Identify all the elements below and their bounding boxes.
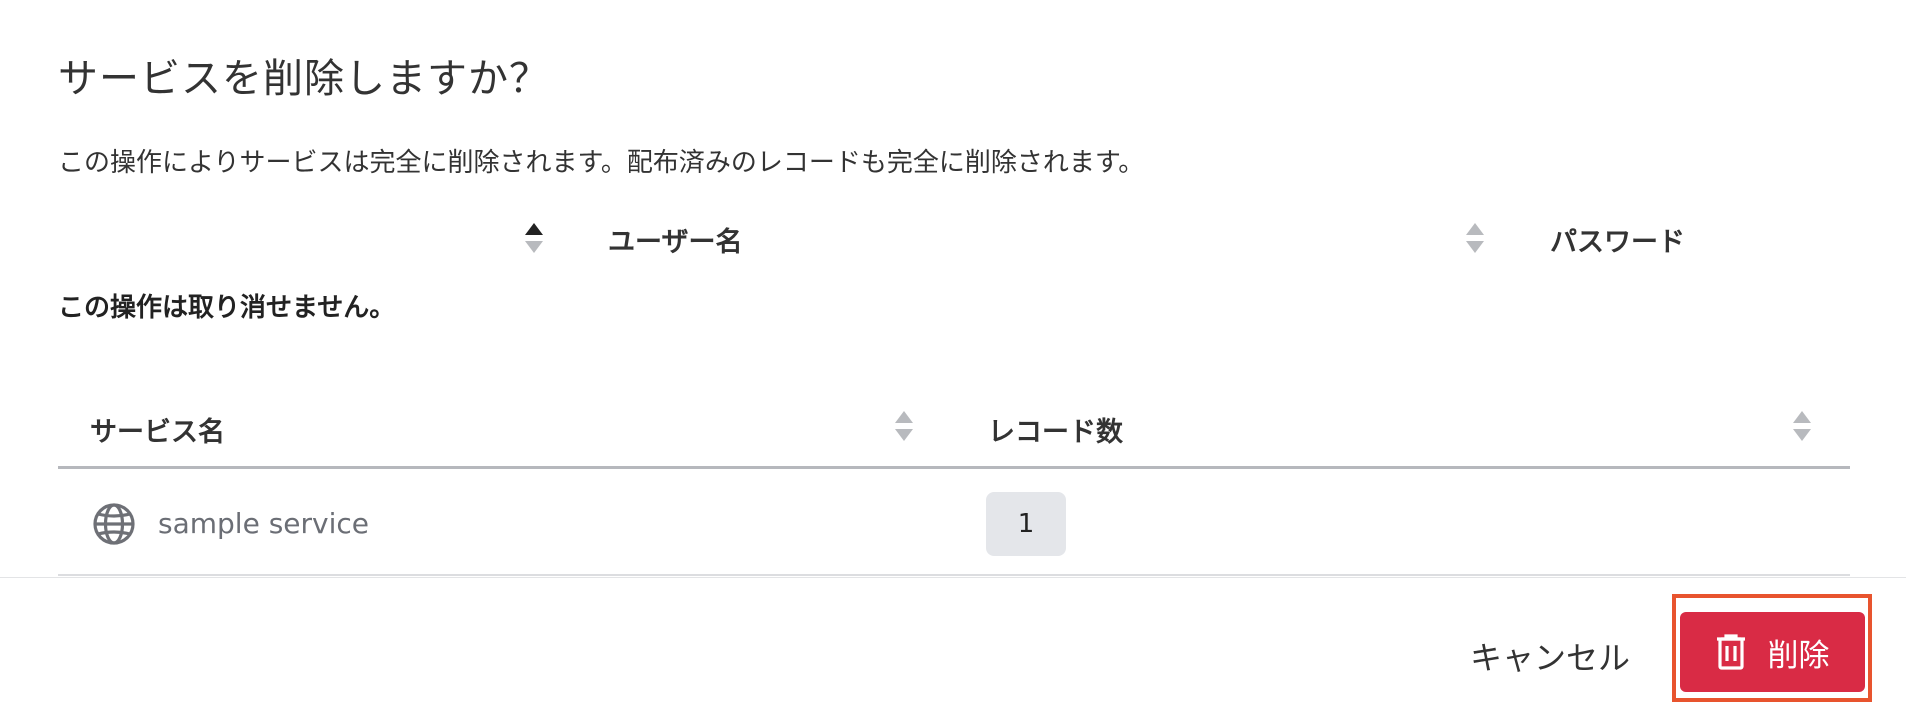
column-header-password[interactable]: パスワード <box>1550 220 1685 259</box>
cancel-button[interactable]: キャンセル <box>1450 628 1650 684</box>
table-row: sample service 1 <box>58 469 1850 576</box>
dialog-description: この操作によりサービスは完全に削除されます。配布済みのレコードも完全に削除されま… <box>58 148 1145 178</box>
delete-button[interactable]: 削除 <box>1680 612 1865 692</box>
sort-arrows-icon[interactable] <box>1465 222 1485 254</box>
sort-arrows-icon[interactable] <box>1792 410 1812 442</box>
services-table: サービス名 レコード数 sample service 1 <box>58 400 1850 576</box>
sort-ascending-icon[interactable] <box>524 222 544 254</box>
sort-arrows-icon[interactable] <box>894 410 914 442</box>
irreversible-warning: この操作は取り消せません。 <box>58 293 396 323</box>
trash-icon <box>1716 634 1746 670</box>
footer-divider <box>0 577 1906 578</box>
delete-service-dialog: サービスを削除しますか？ この操作によりサービスは完全に削除されます。配布済みの… <box>0 0 1906 722</box>
column-header-service-name[interactable]: サービス名 <box>90 410 225 449</box>
service-name: sample service <box>158 507 369 540</box>
record-count-badge: 1 <box>986 492 1066 556</box>
column-header-record-count[interactable]: レコード数 <box>988 410 1123 449</box>
globe-icon <box>92 502 136 546</box>
dialog-title: サービスを削除しますか？ <box>58 56 550 102</box>
column-header-username[interactable]: ユーザー名 <box>608 220 742 259</box>
delete-button-label: 削除 <box>1767 637 1830 674</box>
table-header-row: サービス名 レコード数 <box>58 400 1850 469</box>
